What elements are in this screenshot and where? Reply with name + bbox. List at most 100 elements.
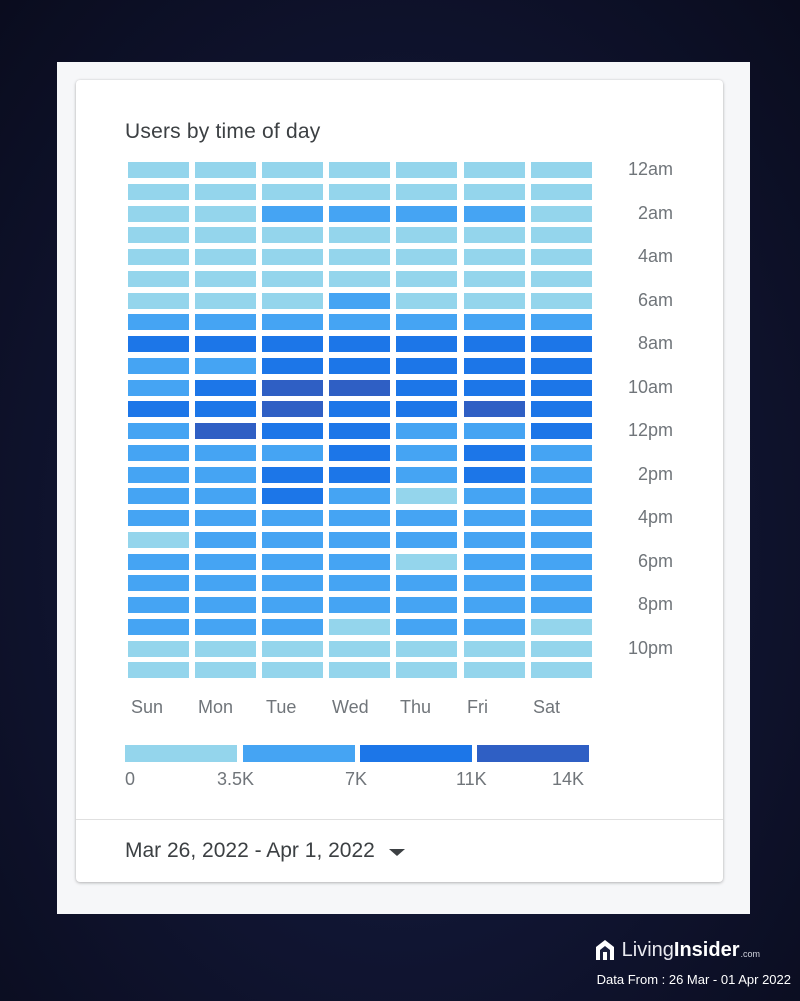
heatmap-cell-12am-Sun[interactable] — [128, 162, 189, 178]
heatmap-cell-1pm-Tue[interactable] — [262, 444, 324, 461]
heatmap-cell-10am-Sun[interactable] — [128, 379, 189, 396]
heatmap-cell-5am-Fri[interactable] — [463, 270, 525, 287]
heatmap-cell-1pm-Thu[interactable] — [396, 444, 458, 461]
heatmap-cell-11pm-Mon[interactable] — [195, 662, 257, 679]
heatmap-cell-1pm-Wed[interactable] — [329, 444, 391, 461]
heatmap-cell-5pm-Mon[interactable] — [195, 531, 257, 548]
heatmap-cell-8pm-Fri[interactable] — [463, 597, 525, 613]
heatmap-cell-9pm-Fri[interactable] — [463, 618, 525, 635]
heatmap-cell-11am-Thu[interactable] — [396, 401, 458, 418]
heatmap-cell-1am-Mon[interactable] — [195, 183, 257, 200]
heatmap-cell-6am-Mon[interactable] — [195, 292, 257, 309]
heatmap-cell-1am-Sat[interactable] — [530, 183, 592, 200]
heatmap-cell-8am-Sat[interactable] — [530, 336, 592, 352]
heatmap-cell-3pm-Tue[interactable] — [262, 488, 324, 505]
heatmap-cell-8am-Wed[interactable] — [329, 336, 391, 352]
heatmap-cell-5am-Thu[interactable] — [396, 270, 458, 287]
heatmap-cell-3pm-Wed[interactable] — [329, 488, 391, 505]
heatmap-cell-9am-Tue[interactable] — [262, 357, 324, 374]
heatmap-cell-6pm-Sat[interactable] — [530, 553, 592, 570]
heatmap-cell-5pm-Thu[interactable] — [396, 531, 458, 548]
heatmap-cell-11am-Mon[interactable] — [195, 401, 257, 418]
heatmap-cell-2am-Wed[interactable] — [329, 205, 391, 222]
heatmap-cell-7am-Fri[interactable] — [463, 314, 525, 331]
heatmap-cell-2pm-Fri[interactable] — [463, 466, 525, 483]
heatmap-cell-3am-Mon[interactable] — [195, 227, 257, 244]
heatmap-cell-11am-Tue[interactable] — [262, 401, 324, 418]
heatmap-cell-5am-Wed[interactable] — [329, 270, 391, 287]
heatmap-cell-12pm-Sat[interactable] — [530, 423, 592, 439]
heatmap-cell-3pm-Mon[interactable] — [195, 488, 257, 505]
heatmap-cell-7am-Sun[interactable] — [128, 314, 189, 331]
heatmap-cell-2pm-Sun[interactable] — [128, 466, 189, 483]
heatmap-cell-5am-Sun[interactable] — [128, 270, 189, 287]
heatmap-cell-11pm-Wed[interactable] — [329, 662, 391, 679]
heatmap-cell-9am-Sat[interactable] — [530, 357, 592, 374]
heatmap-cell-11am-Sat[interactable] — [530, 401, 592, 418]
heatmap-cell-10am-Tue[interactable] — [262, 379, 324, 396]
heatmap-cell-5am-Mon[interactable] — [195, 270, 257, 287]
heatmap-cell-12am-Mon[interactable] — [195, 162, 257, 178]
heatmap-cell-8pm-Sat[interactable] — [530, 597, 592, 613]
heatmap-cell-4pm-Mon[interactable] — [195, 510, 257, 526]
heatmap-cell-2pm-Mon[interactable] — [195, 466, 257, 483]
heatmap-cell-8am-Thu[interactable] — [396, 336, 458, 352]
heatmap-cell-10am-Wed[interactable] — [329, 379, 391, 396]
heatmap-cell-7am-Sat[interactable] — [530, 314, 592, 331]
heatmap-cell-4pm-Thu[interactable] — [396, 510, 458, 526]
heatmap-cell-7pm-Sun[interactable] — [128, 575, 189, 592]
heatmap-cell-10am-Thu[interactable] — [396, 379, 458, 396]
heatmap-cell-2pm-Thu[interactable] — [396, 466, 458, 483]
heatmap-cell-9pm-Tue[interactable] — [262, 618, 324, 635]
heatmap-cell-1pm-Mon[interactable] — [195, 444, 257, 461]
heatmap-cell-3pm-Fri[interactable] — [463, 488, 525, 505]
heatmap-cell-3am-Sun[interactable] — [128, 227, 189, 244]
heatmap-cell-5pm-Tue[interactable] — [262, 531, 324, 548]
heatmap-cell-6pm-Mon[interactable] — [195, 553, 257, 570]
heatmap-cell-10pm-Fri[interactable] — [463, 640, 525, 657]
heatmap-cell-10pm-Sun[interactable] — [128, 640, 189, 657]
heatmap-cell-3am-Fri[interactable] — [463, 227, 525, 244]
heatmap-cell-10pm-Mon[interactable] — [195, 640, 257, 657]
heatmap-cell-2am-Fri[interactable] — [463, 205, 525, 222]
heatmap-cell-1am-Thu[interactable] — [396, 183, 458, 200]
heatmap-cell-2am-Mon[interactable] — [195, 205, 257, 222]
heatmap-cell-10pm-Thu[interactable] — [396, 640, 458, 657]
heatmap-cell-12pm-Mon[interactable] — [195, 423, 257, 439]
heatmap-cell-10am-Mon[interactable] — [195, 379, 257, 396]
heatmap-cell-4am-Thu[interactable] — [396, 249, 458, 265]
heatmap-cell-4pm-Sat[interactable] — [530, 510, 592, 526]
heatmap-cell-6pm-Fri[interactable] — [463, 553, 525, 570]
heatmap-cell-8pm-Mon[interactable] — [195, 597, 257, 613]
heatmap-cell-7pm-Mon[interactable] — [195, 575, 257, 592]
heatmap-cell-11am-Fri[interactable] — [463, 401, 525, 418]
heatmap-cell-12pm-Tue[interactable] — [262, 423, 324, 439]
heatmap-cell-11am-Wed[interactable] — [329, 401, 391, 418]
heatmap-cell-7pm-Wed[interactable] — [329, 575, 391, 592]
heatmap-cell-9pm-Wed[interactable] — [329, 618, 391, 635]
heatmap-cell-3am-Wed[interactable] — [329, 227, 391, 244]
heatmap-cell-10pm-Wed[interactable] — [329, 640, 391, 657]
heatmap-cell-6pm-Tue[interactable] — [262, 553, 324, 570]
heatmap-cell-11pm-Tue[interactable] — [262, 662, 324, 679]
heatmap-cell-12pm-Wed[interactable] — [329, 423, 391, 439]
heatmap-cell-8pm-Tue[interactable] — [262, 597, 324, 613]
heatmap-cell-8am-Fri[interactable] — [463, 336, 525, 352]
heatmap-cell-8pm-Thu[interactable] — [396, 597, 458, 613]
heatmap-cell-9pm-Sat[interactable] — [530, 618, 592, 635]
heatmap-cell-6am-Tue[interactable] — [262, 292, 324, 309]
heatmap-cell-5pm-Wed[interactable] — [329, 531, 391, 548]
date-range-selector[interactable]: Mar 26, 2022 - Apr 1, 2022 — [125, 839, 405, 863]
heatmap-cell-11pm-Thu[interactable] — [396, 662, 458, 679]
heatmap-cell-9pm-Thu[interactable] — [396, 618, 458, 635]
heatmap-cell-11pm-Fri[interactable] — [463, 662, 525, 679]
heatmap-cell-1am-Fri[interactable] — [463, 183, 525, 200]
heatmap-cell-5am-Sat[interactable] — [530, 270, 592, 287]
heatmap-cell-5am-Tue[interactable] — [262, 270, 324, 287]
heatmap-cell-4am-Tue[interactable] — [262, 249, 324, 265]
heatmap-cell-5pm-Fri[interactable] — [463, 531, 525, 548]
heatmap-cell-11am-Sun[interactable] — [128, 401, 189, 418]
heatmap-cell-3am-Tue[interactable] — [262, 227, 324, 244]
heatmap-cell-4pm-Tue[interactable] — [262, 510, 324, 526]
heatmap-cell-8pm-Sun[interactable] — [128, 597, 189, 613]
